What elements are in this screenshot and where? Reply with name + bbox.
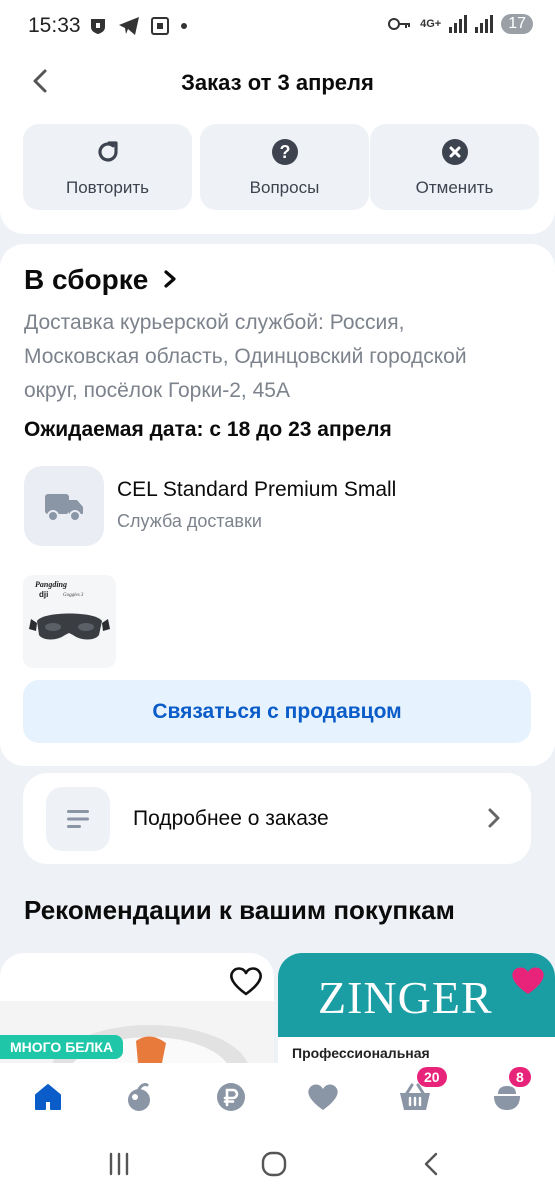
order-status-card: В сборке Доставка курьерской службой: Ро…	[0, 244, 555, 766]
carrier-name: CEL Standard Premium Small	[117, 478, 397, 501]
nav-catalog[interactable]	[121, 1079, 157, 1115]
signal-icon	[449, 15, 468, 33]
system-navigation-bar	[0, 1133, 555, 1200]
expected-date: Ожидаемая дата: с 18 до 23 апреля	[24, 418, 392, 441]
order-status[interactable]: В сборке	[24, 264, 178, 296]
network-type: 4G+	[420, 18, 442, 30]
recommendations-title: Рекомендации к вашим покупкам	[24, 895, 455, 925]
nav-payments[interactable]	[213, 1079, 249, 1115]
telegram-icon	[119, 17, 139, 35]
truck-icon	[45, 494, 83, 522]
questions-label: Вопросы	[249, 178, 320, 197]
header: Заказ от 3 апреля	[0, 56, 555, 106]
repeat-icon	[97, 141, 118, 162]
nav-cart[interactable]: 20	[397, 1067, 447, 1115]
status-bar: 15:33 4G+ 17	[0, 0, 555, 56]
heart-icon	[308, 1084, 338, 1110]
home-circle-icon[interactable]	[261, 1151, 287, 1177]
nav-profile[interactable]: 8	[489, 1067, 531, 1115]
cancel-icon	[441, 139, 468, 165]
battery-level: 17	[501, 14, 533, 34]
contact-seller-button[interactable]: Связаться с продавцом	[23, 680, 531, 743]
catalog-icon	[128, 1083, 150, 1111]
shield-icon	[91, 19, 105, 34]
order-details-label: Подробнее о заказе	[133, 807, 329, 830]
svg-text:?: ?	[279, 142, 290, 162]
order-actions: Повторить ? Вопросы Отменить	[0, 106, 555, 234]
question-icon: ?	[271, 139, 298, 165]
dot-icon	[181, 23, 187, 29]
back-nav-icon[interactable]	[420, 1151, 442, 1177]
nav-home[interactable]	[30, 1079, 66, 1115]
favorite-heart-icon[interactable]	[509, 963, 547, 997]
profile-count-badge: 8	[509, 1067, 531, 1087]
repeat-button[interactable]: Повторить	[23, 124, 192, 210]
home-icon	[35, 1084, 61, 1110]
nav-favorites[interactable]	[305, 1079, 341, 1115]
chevron-right-icon	[488, 808, 500, 828]
page-title: Заказ от 3 апреля	[181, 70, 374, 95]
carrier-subtitle: Служба доставки	[117, 511, 262, 531]
recommendation-card[interactable]: МНОГО БЕЛКА	[0, 953, 274, 1063]
status-time: 15:33	[28, 14, 81, 37]
cancel-label: Отменить	[415, 178, 494, 197]
chevron-right-icon	[164, 270, 176, 288]
repeat-label: Повторить	[66, 178, 149, 197]
bottom-navigation: 20 8	[0, 1063, 555, 1133]
order-status-label: В сборке	[24, 264, 149, 295]
questions-button[interactable]: ? Вопросы	[200, 124, 369, 210]
delivery-address: Доставка курьерской службой: Россия, Мос…	[24, 311, 467, 402]
svg-text:dji: dji	[39, 590, 48, 599]
order-details-row[interactable]: Подробнее о заказе	[23, 773, 531, 864]
delivery-icon-box	[24, 466, 104, 546]
product-thumbnail[interactable]: Pangding dji Goggles 3	[23, 575, 116, 668]
screenshot-icon	[151, 17, 169, 35]
product-description: Профессиональная	[292, 1045, 430, 1061]
svg-text:Goggles 3: Goggles 3	[63, 593, 84, 598]
cart-count-badge: 20	[417, 1067, 447, 1087]
svg-text:Pangding: Pangding	[35, 580, 67, 589]
ruble-icon	[217, 1083, 245, 1111]
brand-logo: ZINGER	[318, 972, 493, 1023]
goggles-image: Pangding dji Goggles 3	[29, 580, 110, 640]
cancel-button[interactable]: Отменить	[370, 124, 539, 210]
list-icon	[67, 810, 89, 828]
protein-badge: МНОГО БЕЛКА	[0, 1035, 124, 1059]
favorite-heart-icon[interactable]	[228, 965, 264, 997]
signal-icon-2	[475, 15, 494, 33]
key-icon	[388, 18, 411, 30]
recent-apps-icon[interactable]	[106, 1151, 132, 1177]
recommendation-card[interactable]: ZINGER Профессиональная	[278, 953, 555, 1063]
